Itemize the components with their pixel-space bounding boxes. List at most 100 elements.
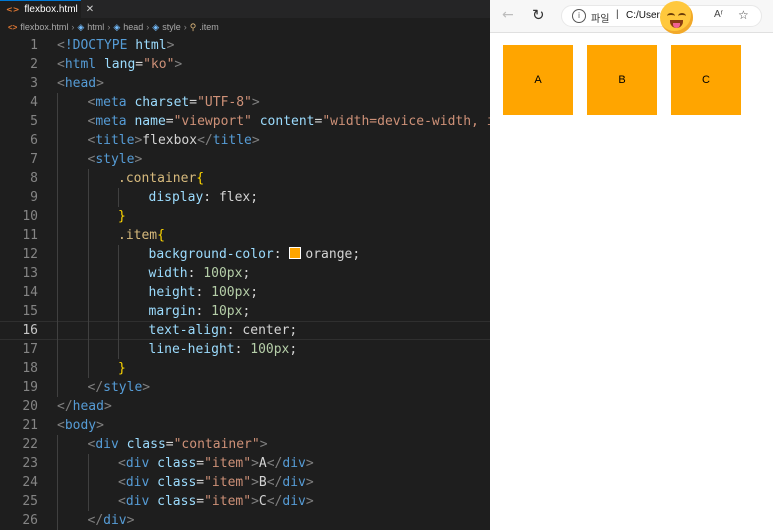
- code-token: div: [125, 475, 150, 490]
- breadcrumb-item-file[interactable]: flexbox.html: [20, 22, 68, 32]
- element-icon: ◈: [152, 21, 160, 32]
- code-token: flexbox: [142, 133, 198, 148]
- code-token: div: [103, 513, 127, 528]
- code-line[interactable]: 26 </div>: [0, 511, 490, 530]
- line-number: 21: [22, 418, 38, 433]
- indent-guide: [57, 283, 58, 302]
- code-token: <: [57, 57, 65, 72]
- code-line[interactable]: 4 <meta charset="UTF-8">: [0, 93, 490, 112]
- code-token: html: [135, 38, 167, 53]
- indent-guide: [87, 359, 89, 378]
- code-token: "item": [204, 494, 252, 509]
- indent-guide: [57, 511, 58, 530]
- code-token: div: [125, 494, 150, 509]
- code-line[interactable]: 18}: [0, 359, 490, 378]
- indent-guide: [118, 302, 119, 321]
- breadcrumb-item-head[interactable]: head: [123, 22, 143, 32]
- code-token: class: [157, 475, 197, 490]
- code-line[interactable]: 21 <body>: [0, 416, 490, 435]
- line-number: 16: [22, 323, 38, 338]
- code-line[interactable]: 19 </style>: [0, 378, 490, 397]
- indent-guide: [57, 340, 58, 359]
- indent-guide: [57, 264, 58, 283]
- line-number: 2: [30, 57, 38, 72]
- code-line[interactable]: 7 <style>: [0, 150, 490, 169]
- code-token: div: [282, 456, 306, 471]
- code-token: width: [148, 266, 188, 281]
- code-area[interactable]: 1 <!DOCTYPE html> 2 <html lang="ko"> 3 <head>…: [0, 36, 490, 530]
- line-number: 7: [30, 152, 38, 167]
- code-text: }: [118, 359, 126, 378]
- code-token: "item": [204, 475, 252, 490]
- code-line[interactable]: 2 <html lang="ko">: [0, 55, 490, 74]
- code-token: >: [174, 57, 183, 72]
- code-text: width: 100px;: [149, 264, 251, 283]
- code-text: <div class="item">C</div>: [118, 492, 314, 511]
- code-token: <: [118, 456, 126, 471]
- line-number: 8: [30, 171, 38, 186]
- code-token: content: [259, 114, 315, 129]
- code-line[interactable]: 10}: [0, 207, 490, 226]
- browser-toolbar: ← ↻ i 파일 | C:/Users Aʳ ☆: [490, 0, 773, 34]
- close-icon[interactable]: ✕: [86, 4, 94, 15]
- code-line[interactable]: 13 width: 100px;: [0, 264, 490, 283]
- code-token: margin: [148, 304, 196, 319]
- indent-guide: [57, 378, 58, 397]
- refresh-icon[interactable]: ↻: [532, 6, 545, 24]
- indent-guide: [87, 473, 89, 492]
- code-token: "width=device-width, i: [322, 114, 490, 129]
- code-line[interactable]: 8 .container{: [0, 169, 490, 188]
- code-token: C: [258, 494, 267, 509]
- line-number: 19: [22, 380, 38, 395]
- editor-tab-flexbox[interactable]: <> flexbox.html ✕: [0, 0, 94, 18]
- code-token: >: [305, 494, 314, 509]
- breadcrumb-item-style[interactable]: style: [162, 22, 181, 32]
- read-aloud-icon[interactable]: Aʳ: [714, 9, 723, 20]
- code-line[interactable]: 24 <div class="item">B</div>: [0, 473, 490, 492]
- code-line[interactable]: 5 <meta name="viewport" content="width=de…: [0, 112, 490, 131]
- indent-guide: [118, 188, 119, 207]
- code-token: class: [157, 494, 197, 509]
- code-line[interactable]: 12 background-color: orange;: [0, 245, 490, 264]
- code-token: : flex;: [203, 190, 259, 205]
- code-token: </: [57, 399, 73, 414]
- code-text: <meta name="viewport" content="width=dev…: [88, 112, 491, 131]
- tab-label: flexbox.html: [24, 4, 78, 15]
- indent-guide: [87, 264, 89, 283]
- line-number: 25: [22, 494, 38, 509]
- back-arrow-icon[interactable]: ←: [502, 7, 514, 23]
- code-line[interactable]: 3 <head>: [0, 74, 490, 93]
- code-line[interactable]: 11 .item{: [0, 226, 490, 245]
- code-text: <!DOCTYPE html>: [57, 36, 174, 55]
- code-line[interactable]: 20 </head>: [0, 397, 490, 416]
- code-line[interactable]: 9 display: flex;: [0, 188, 490, 207]
- code-token: div: [95, 437, 119, 452]
- code-token: ;: [242, 266, 251, 281]
- code-line[interactable]: 1 <!DOCTYPE html>: [0, 36, 490, 55]
- code-line[interactable]: 6 <title>flexbox</title>: [0, 131, 490, 150]
- indent-guide: [87, 302, 89, 321]
- chevron-right-icon: ›: [71, 22, 75, 32]
- code-line[interactable]: 17 line-height: 100px;: [0, 340, 490, 359]
- color-swatch-icon[interactable]: [289, 247, 302, 259]
- code-token: meta: [95, 114, 127, 129]
- code-line[interactable]: 14 height: 100px;: [0, 283, 490, 302]
- code-line[interactable]: 22 <div class="container">: [0, 435, 490, 454]
- indent-guide: [57, 435, 58, 454]
- code-line[interactable]: 15 margin: 10px;: [0, 302, 490, 321]
- code-line[interactable]: 23 <div class="item">A</div>: [0, 454, 490, 473]
- flex-item: C: [671, 45, 741, 115]
- indent-guide: [57, 473, 58, 492]
- info-icon[interactable]: i: [572, 9, 586, 23]
- breadcrumb-item-selector[interactable]: .item: [199, 22, 219, 32]
- code-editor: <> flexbox.html ✕ <> flexbox.html › ◈ ht…: [0, 0, 490, 530]
- code-token: =: [189, 95, 198, 110]
- code-line[interactable]: 16 text-align: center;: [0, 321, 490, 340]
- code-token: >: [305, 456, 314, 471]
- line-number: 13: [22, 266, 38, 281]
- code-line[interactable]: 25 <div class="item">C</div>: [0, 492, 490, 511]
- add-favorite-icon[interactable]: ☆: [738, 8, 749, 22]
- code-token: title: [95, 133, 135, 148]
- breadcrumb-item-html[interactable]: html: [87, 22, 104, 32]
- line-number: 26: [22, 513, 38, 528]
